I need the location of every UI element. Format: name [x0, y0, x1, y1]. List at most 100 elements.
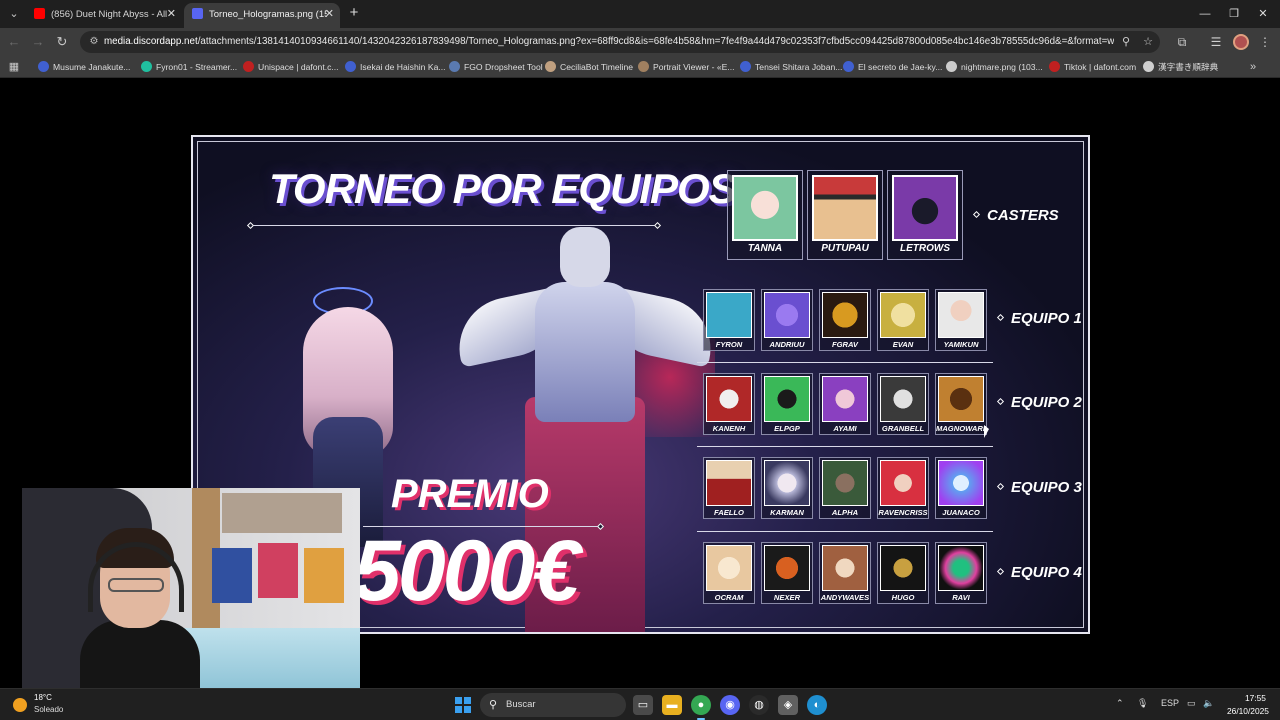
player-name: KARMAN: [770, 508, 804, 517]
back-button[interactable]: ←: [4, 32, 24, 52]
player-avatar: [822, 545, 868, 591]
bookmark-favicon-icon: [449, 61, 460, 72]
clock-time[interactable]: 17:55: [1245, 693, 1266, 703]
prize-label: PREMIO: [391, 472, 549, 516]
network-icon[interactable]: ▭: [1187, 698, 1196, 709]
start-button[interactable]: [455, 697, 471, 713]
search-icon: ⚲: [489, 699, 498, 711]
close-tab-icon[interactable]: ✕: [325, 3, 334, 26]
bookmark-item[interactable]: Unispace | dafont.c...: [243, 59, 339, 75]
player-name: HUGO: [891, 593, 915, 602]
bookmark-item[interactable]: Musume Janakute...: [38, 59, 130, 75]
tab-youtube[interactable]: (856) Duet Night Abyss - All Ch ✕: [26, 3, 182, 28]
extensions-icon[interactable]: ⧉: [1172, 32, 1192, 52]
player-name: RAVENCRISS: [878, 508, 928, 517]
diamond-icon: [996, 313, 1005, 322]
caster-card: PUTUPAU: [807, 170, 883, 260]
new-tab-button[interactable]: +: [346, 5, 362, 21]
bookmark-favicon-icon: [740, 61, 751, 72]
bookmark-favicon-icon: [638, 61, 649, 72]
player-name: NEXER: [773, 593, 801, 602]
player-name: GRANBELL: [881, 424, 925, 433]
menu-icon[interactable]: ⋮: [1255, 32, 1275, 52]
zoom-icon[interactable]: ⚲: [1118, 34, 1134, 50]
apps-grid-icon[interactable]: ▦: [6, 59, 22, 75]
bookmark-favicon-icon: [141, 61, 152, 72]
bookmark-star-icon[interactable]: ☆: [1140, 34, 1156, 50]
team-row: FYRON ANDRIUU FGRAV EVAN YAMIKUN: [703, 289, 998, 351]
bookmark-item[interactable]: Tiktok | dafont.com: [1049, 59, 1136, 75]
player-name: ANDYWAVES: [820, 593, 870, 602]
file-explorer-icon[interactable]: ▬: [662, 695, 682, 715]
bookmark-item[interactable]: Fyron01 - Streamer...: [141, 59, 237, 75]
player-name: EVAN: [892, 340, 914, 349]
clock-date[interactable]: 26/10/2025: [1227, 706, 1269, 716]
edge-icon[interactable]: ◐: [807, 695, 827, 715]
player-card: FYRON: [703, 289, 755, 351]
microphone-icon[interactable]: 🎙: [1137, 698, 1148, 709]
volume-icon[interactable]: 🔈: [1203, 698, 1214, 709]
discord-icon[interactable]: ◉: [720, 695, 740, 715]
player-name: JUANACO: [942, 508, 980, 517]
team-label: EQUIPO 3: [996, 479, 1082, 496]
taskbar: 18°C Soleado ⚲ Buscar ▭ ▬ ● ◉ ◍ ◈ ◐ ⌃ 🎙 …: [0, 688, 1280, 720]
restore-button[interactable]: ❐: [1219, 4, 1249, 24]
team-label: EQUIPO 2: [996, 394, 1082, 411]
bookmark-item[interactable]: Portrait Viewer - «E...: [638, 59, 735, 75]
bookmark-item[interactable]: Isekai de Haishin Ka...: [345, 59, 446, 75]
player-card: RAVENCRISS: [877, 457, 929, 519]
more-bookmarks-icon[interactable]: »: [1250, 59, 1264, 75]
diamond-icon: [996, 567, 1005, 576]
team-row: OCRAM NEXER ANDYWAVES HUGO RAVI: [703, 542, 998, 604]
bookmark-item[interactable]: 漢字書き順辞典: [1143, 59, 1218, 75]
player-name: AYAMI: [833, 424, 857, 433]
close-tab-icon[interactable]: ✕: [167, 3, 176, 26]
player-avatar: [706, 545, 752, 591]
player-card: KARMAN: [761, 457, 813, 519]
casters-label: CASTERS: [972, 207, 1059, 224]
bookmark-item[interactable]: Tensei Shitara Joban...: [740, 59, 842, 75]
player-card: AYAMI: [819, 373, 871, 435]
bookmark-item[interactable]: CeciliaBot Timeline: [545, 59, 633, 75]
chrome-icon[interactable]: ●: [691, 695, 711, 720]
title-underline: [250, 225, 658, 226]
caster-avatar: [812, 175, 878, 241]
browser-toolbar: ← → ↻ ⚙ media.discordapp.net/attachments…: [0, 28, 1280, 56]
site-info-icon[interactable]: ⚙: [86, 34, 102, 50]
reload-button[interactable]: ↻: [52, 32, 72, 52]
tab-image[interactable]: Torneo_Hologramas.png (1522 ✕: [184, 3, 340, 28]
row-divider: [697, 531, 993, 532]
address-bar[interactable]: ⚙ media.discordapp.net/attachments/13814…: [80, 31, 1160, 53]
player-name: ALPHA: [831, 508, 859, 517]
caster-avatar: [732, 175, 798, 241]
player-name: RAVI: [952, 593, 970, 602]
minimize-button[interactable]: —: [1190, 4, 1220, 24]
tab-search-icon[interactable]: ⌄: [4, 4, 24, 24]
player-avatar: [822, 292, 868, 338]
team-row: FAELLO KARMAN ALPHA RAVENCRISS JUANACO: [703, 457, 998, 519]
bookmark-item[interactable]: El secreto de Jae-ky...: [843, 59, 942, 75]
language-indicator[interactable]: ESP: [1161, 698, 1179, 708]
player-avatar: [938, 460, 984, 506]
bookmark-favicon-icon: [1143, 61, 1154, 72]
media-controls-icon[interactable]: ☰: [1206, 32, 1226, 52]
obs-icon[interactable]: ◍: [749, 695, 769, 715]
forward-button[interactable]: →: [28, 32, 48, 52]
poster-title: TORNEO POR EQUIPOS: [269, 165, 737, 212]
bookmark-item[interactable]: FGO Dropsheet Tool: [449, 59, 543, 75]
player-avatar: [706, 460, 752, 506]
bookmark-item[interactable]: nightmare.png (103...: [946, 59, 1043, 75]
url-text[interactable]: media.discordapp.net/attachments/1381414…: [104, 31, 1114, 53]
sun-icon[interactable]: [13, 698, 27, 712]
diamond-icon: [996, 482, 1005, 491]
player-name: KANENH: [712, 424, 746, 433]
webcam-overlay: [22, 488, 360, 698]
team-label: EQUIPO 4: [996, 564, 1082, 581]
profile-avatar[interactable]: [1233, 34, 1249, 50]
app-icon[interactable]: ◈: [778, 695, 798, 715]
task-view-icon[interactable]: ▭: [633, 695, 653, 715]
close-window-button[interactable]: ✕: [1248, 4, 1278, 24]
bookmark-favicon-icon: [243, 61, 254, 72]
tray-overflow-icon[interactable]: ⌃: [1116, 698, 1124, 709]
taskbar-search[interactable]: ⚲ Buscar: [480, 693, 626, 717]
